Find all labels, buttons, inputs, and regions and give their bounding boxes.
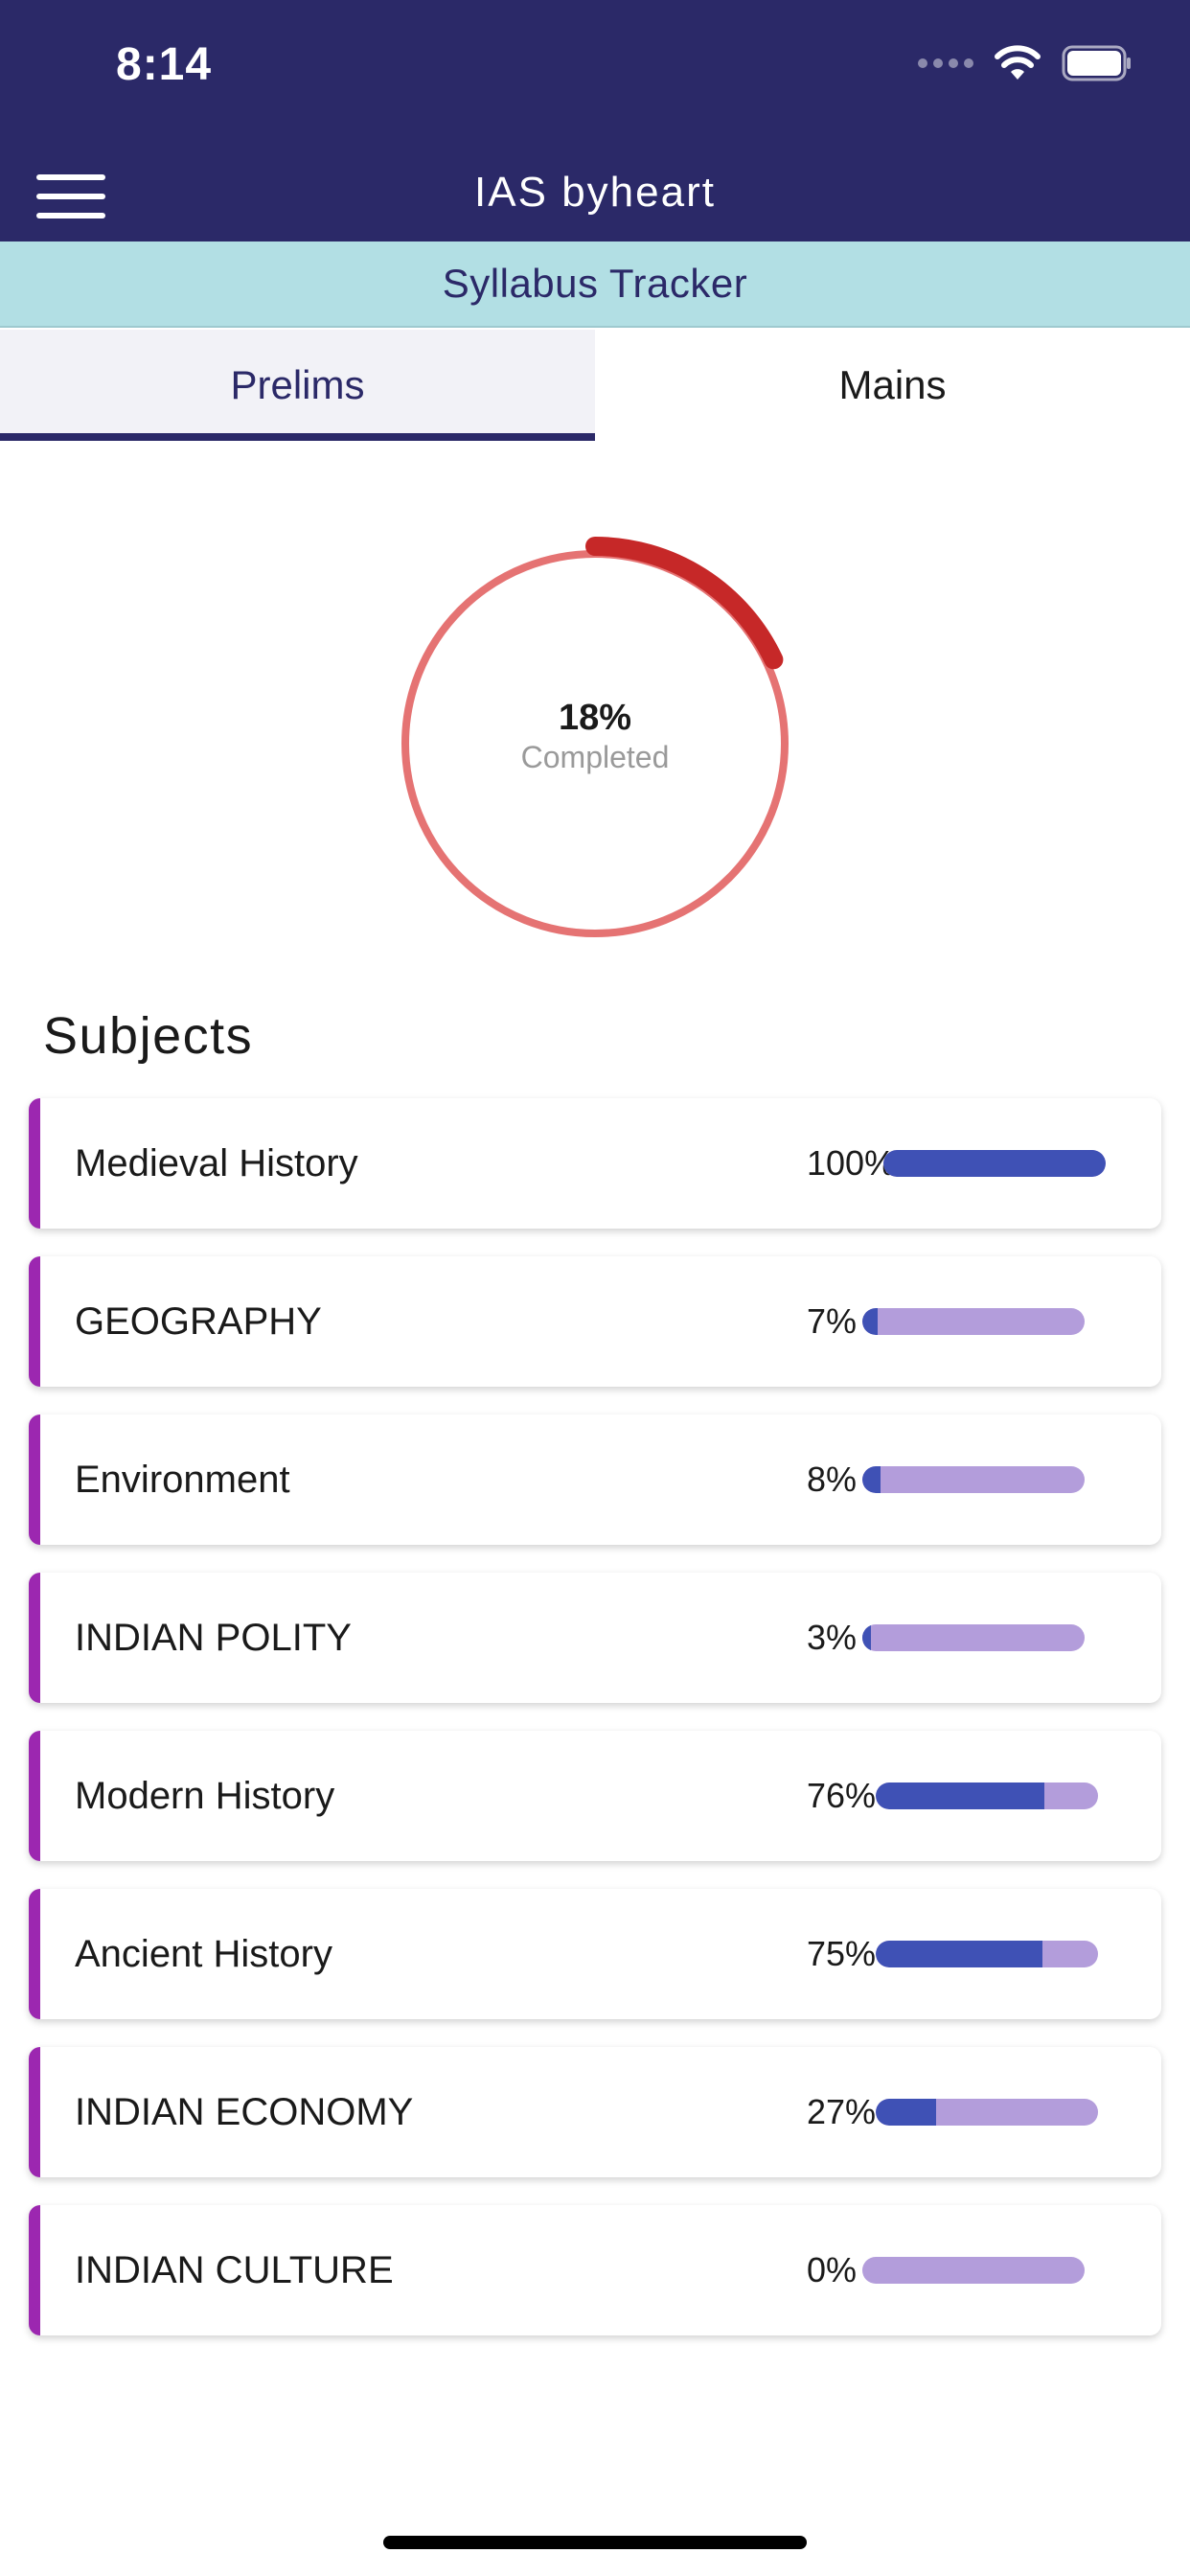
subject-name: INDIAN POLITY [75,1617,352,1659]
subject-progress-fill [862,1308,879,1335]
subject-percent: 7% [807,1301,858,1341]
progress-ring-arc [585,537,784,670]
subject-percent: 76% [807,1776,877,1815]
tab-mains[interactable]: Mains [595,330,1190,441]
app-header: 8:14 IAS byheart [0,0,1190,242]
subject-name: INDIAN CULTURE [75,2249,394,2291]
status-time: 8:14 [116,39,213,90]
subject-percent: 3% [807,1618,858,1657]
subject-card[interactable]: Environment 8% [29,1414,1161,1545]
subject-card[interactable]: INDIAN ECONOMY 27% [29,2047,1161,2177]
subject-list: Medieval History 100% GEOGRAPHY 7% Envir… [29,1098,1161,2363]
subject-progress-bar [876,2099,1098,2126]
subject-progress-bar [883,1150,1106,1177]
subject-progress-fill [862,1466,881,1493]
subject-card[interactable]: GEOGRAPHY 7% [29,1256,1161,1387]
subject-progress-fill [862,1624,872,1651]
signal-icon [918,58,973,68]
subject-percent: 75% [807,1934,877,1973]
exam-tabs: Prelims Mains [0,330,1190,441]
subject-percent: 100% [807,1143,896,1183]
subject-card[interactable]: Ancient History 75% [29,1889,1161,2019]
subject-percent: 27% [807,2092,877,2131]
subjects-heading: Subjects [43,1007,254,1065]
subject-card[interactable]: INDIAN CULTURE 0% [29,2205,1161,2335]
subject-card[interactable]: INDIAN POLITY 3% [29,1573,1161,1703]
subject-progress-bar [862,1624,1085,1651]
status-icons [918,44,1133,82]
wifi-icon [995,45,1041,80]
subject-name: Modern History [75,1775,335,1817]
subject-name: Environment [75,1459,290,1501]
subject-progress-bar [862,1308,1085,1335]
battery-icon [1062,45,1131,81]
subject-name: Medieval History [75,1142,358,1184]
tab-prelims[interactable]: Prelims [0,330,595,441]
syllabus-tracker-bar: Syllabus Tracker [0,242,1190,328]
subject-name: Ancient History [75,1933,332,1975]
subject-progress-fill [876,1941,1042,1967]
home-indicator [383,2536,807,2549]
subject-percent: 0% [807,2250,858,2289]
subject-progress-bar [862,1466,1085,1493]
subject-progress-bar [876,1941,1098,1967]
subject-percent: 8% [807,1460,858,1499]
overall-label: Completed [520,740,670,774]
subject-card[interactable]: Modern History 76% [29,1731,1161,1861]
subject-progress-fill [876,2099,936,2126]
app-title: IAS byheart [474,169,716,216]
subject-card[interactable]: Medieval History 100% [29,1098,1161,1229]
overall-percent: 18% [558,698,632,738]
subject-progress-bar [862,2257,1085,2284]
page-title: Syllabus Tracker [442,261,748,306]
subject-name: INDIAN ECONOMY [75,2091,414,2133]
subject-progress-bar [876,1782,1098,1809]
subject-name: GEOGRAPHY [75,1300,322,1343]
subject-progress-fill [876,1782,1045,1809]
subject-progress-fill [883,1150,1106,1177]
